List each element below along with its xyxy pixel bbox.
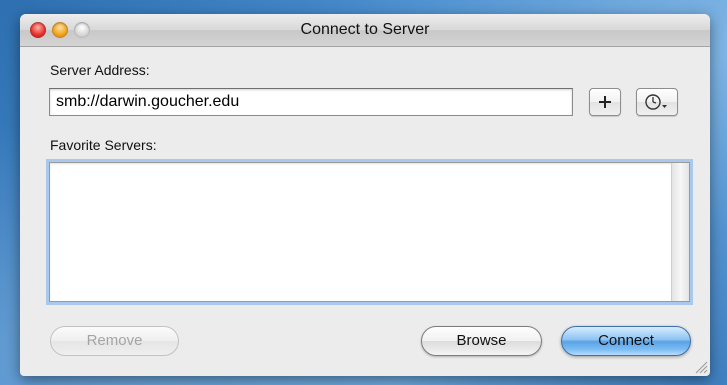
minimize-window-button[interactable] — [52, 22, 68, 38]
clock-icon — [645, 94, 667, 110]
close-window-button[interactable] — [30, 22, 46, 38]
server-address-input[interactable] — [49, 88, 573, 116]
connect-button[interactable]: Connect — [561, 326, 691, 356]
window-title: Connect to Server — [300, 21, 430, 38]
plus-icon — [599, 96, 611, 108]
zoom-window-button[interactable] — [74, 22, 90, 38]
list-scrollbar[interactable] — [671, 163, 689, 301]
favorite-servers-label: Favorite Servers: — [50, 137, 157, 153]
remove-button[interactable]: Remove — [50, 326, 179, 356]
chevron-down-icon — [662, 105, 667, 108]
server-address-label: Server Address: — [50, 62, 150, 78]
title-bar[interactable]: Connect to Server — [20, 14, 710, 47]
connect-to-server-window: Connect to Server Server Address: Favori… — [20, 14, 710, 376]
favorite-servers-list[interactable] — [49, 162, 690, 302]
add-to-favorites-button[interactable] — [589, 88, 621, 116]
browse-button[interactable]: Browse — [421, 326, 542, 356]
recent-servers-button[interactable] — [636, 88, 678, 116]
resize-grip-icon[interactable] — [694, 360, 708, 374]
